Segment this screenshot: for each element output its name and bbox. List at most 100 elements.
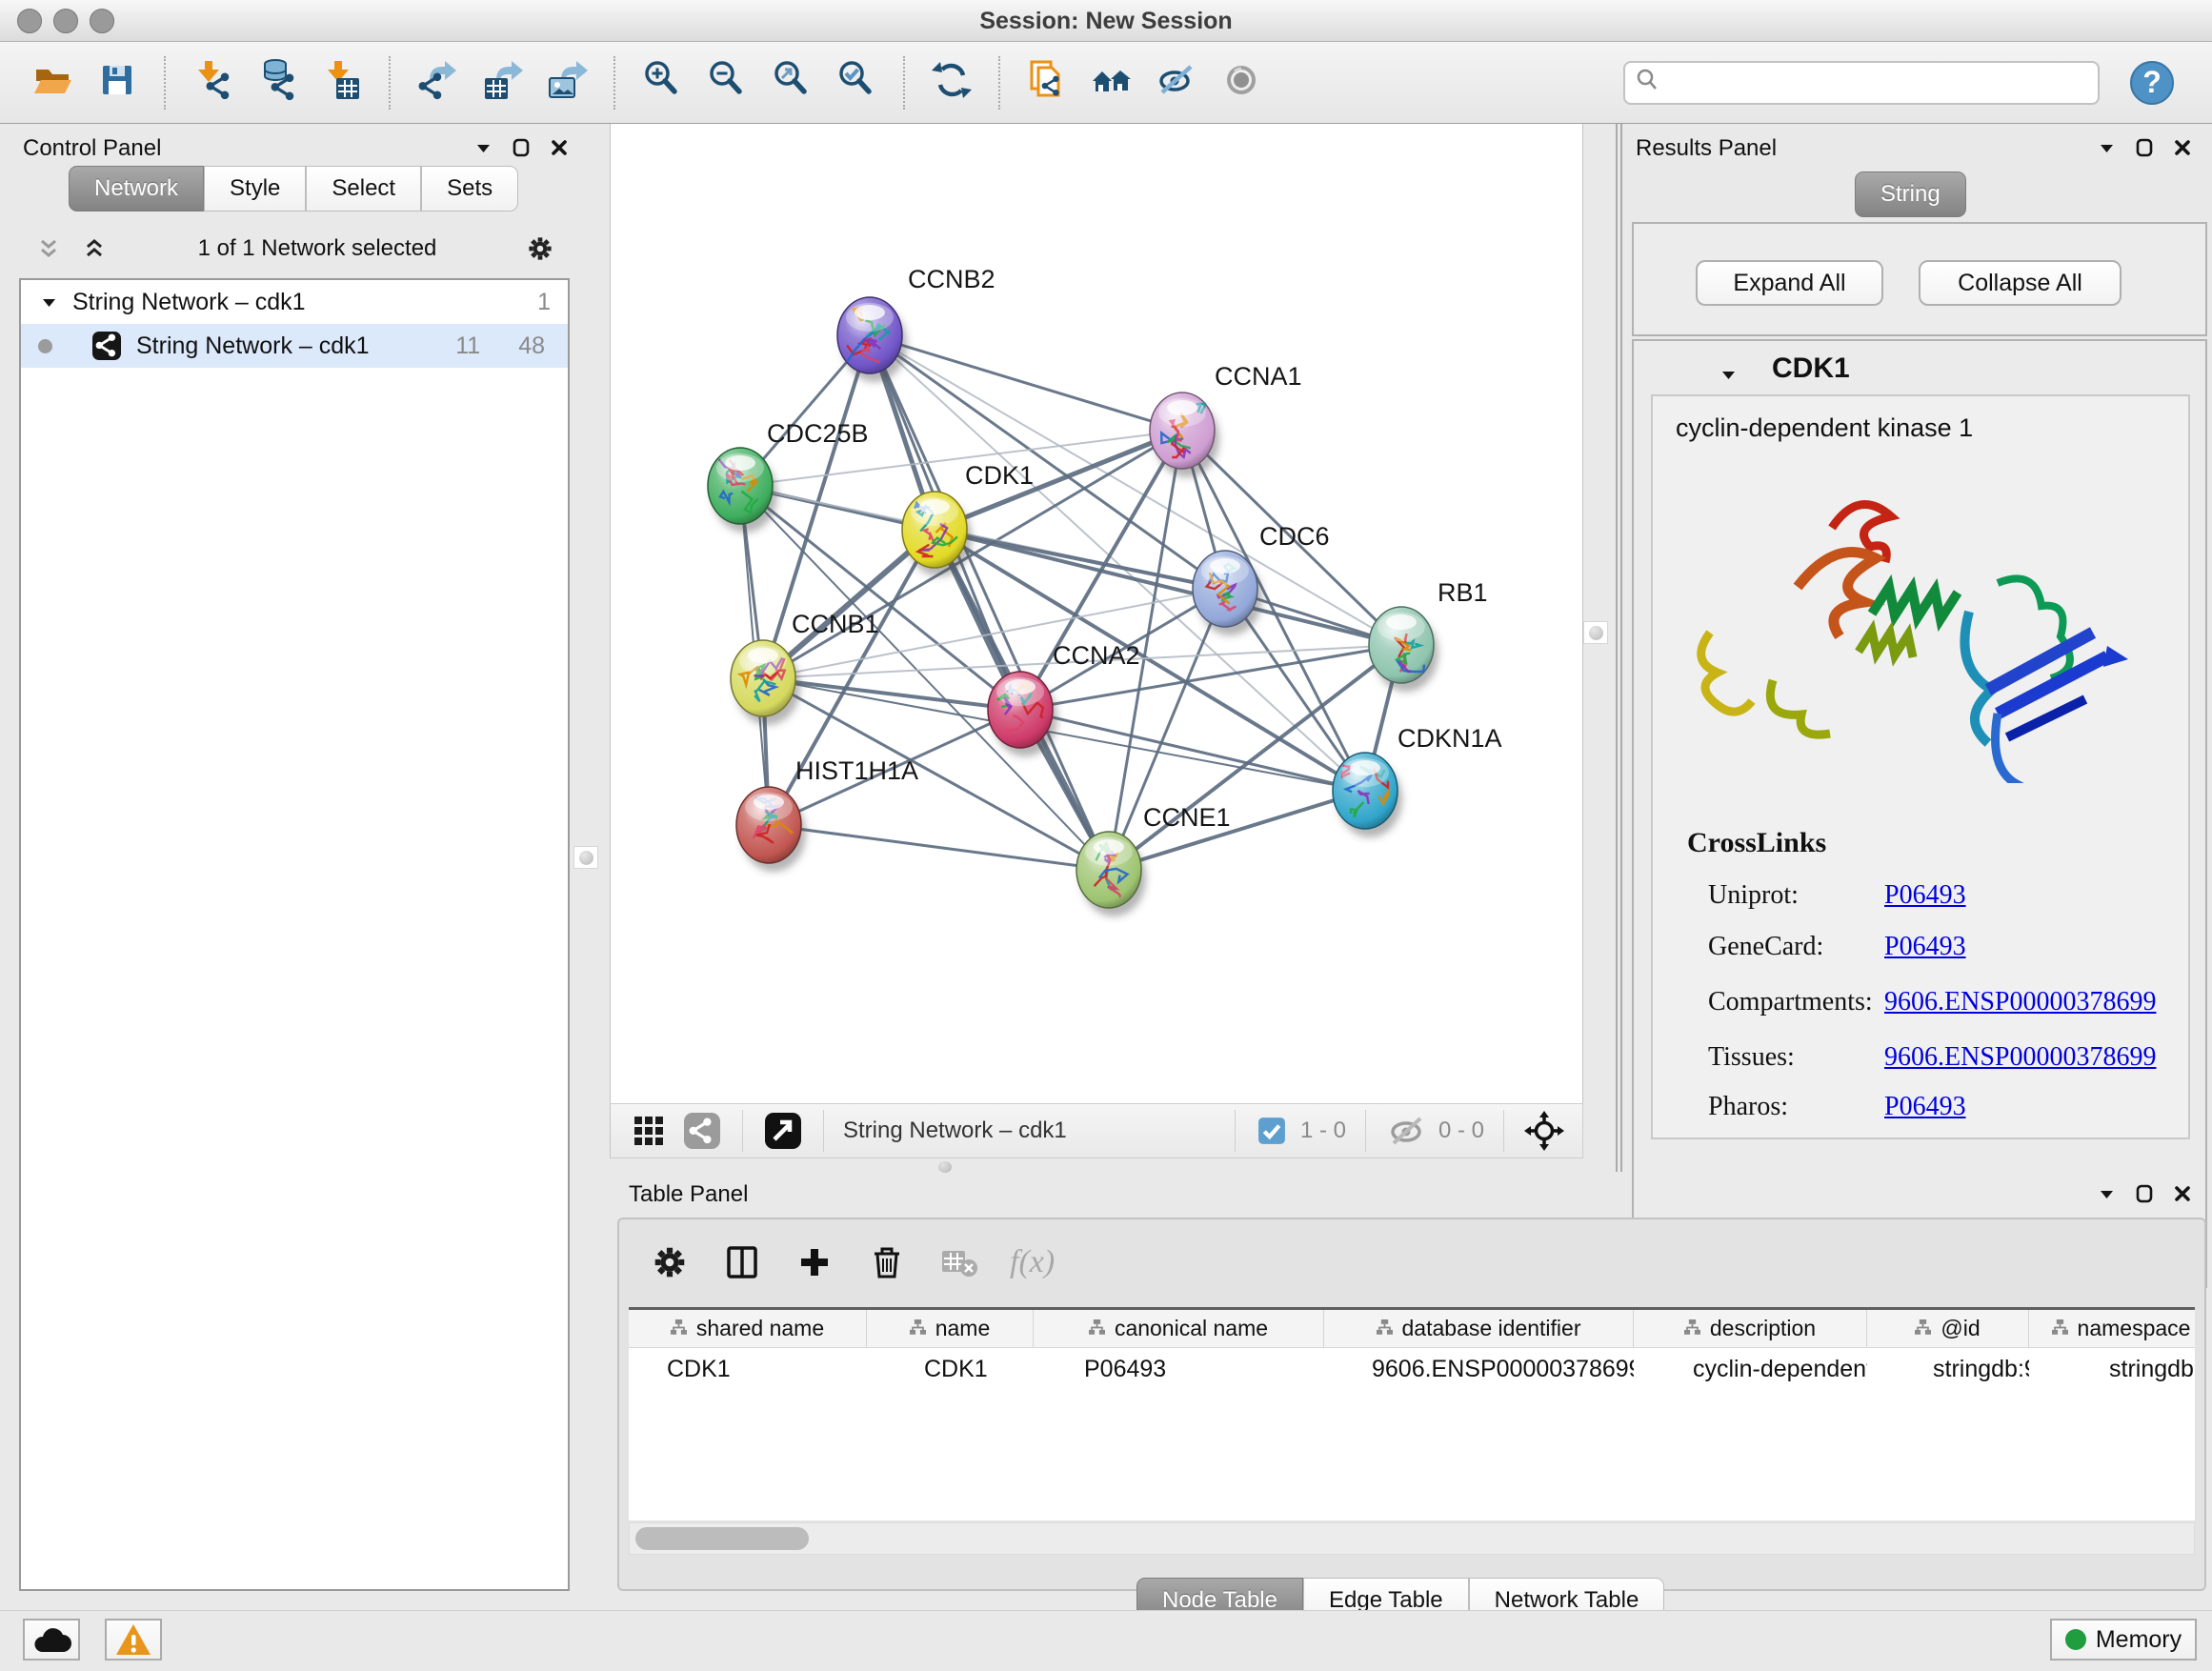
table-cell[interactable]: 9606.ENSP00000378699 (1324, 1356, 1634, 1383)
zoom-out-button[interactable] (699, 55, 754, 111)
tab-network[interactable]: Network (69, 166, 204, 211)
table-panel-close-button[interactable] (2166, 1179, 2199, 1208)
column-header-id[interactable]: @id (1867, 1310, 2029, 1347)
zoom-selected-button[interactable] (829, 55, 884, 111)
gene-collapse-icon[interactable] (1712, 360, 1744, 389)
delete-button[interactable] (865, 1240, 909, 1284)
network-node-CDC6[interactable]: CDC6 (1193, 522, 1330, 635)
import-database-button[interactable] (250, 55, 305, 111)
table-panel-float-button[interactable] (2128, 1179, 2161, 1208)
columns-button[interactable] (720, 1240, 764, 1284)
results-panel-splitter[interactable] (1616, 124, 1622, 1172)
string-share-icon[interactable] (681, 1110, 723, 1152)
crosslink-value[interactable]: P06493 (1884, 932, 1966, 962)
launch-icon[interactable] (762, 1110, 804, 1152)
export-network-button[interactable] (410, 55, 465, 111)
help-button[interactable]: ? (2130, 61, 2174, 105)
table-cell[interactable]: CDK1 (867, 1356, 1034, 1383)
control-panel-float-button[interactable] (505, 133, 537, 162)
function-builder-button[interactable]: f(x) (1010, 1244, 1055, 1280)
network-row-selected[interactable]: String Network – cdk1 11 48 (21, 324, 568, 368)
column-header-shared-name[interactable]: shared name (629, 1310, 867, 1347)
network-node-CDC25B[interactable]: CDC25B (708, 419, 869, 533)
network-edge[interactable] (769, 825, 1109, 870)
results-panel: Results Panel String Expand All Collapse… (1622, 124, 2212, 1174)
network-edge[interactable] (763, 678, 1020, 710)
tab-select[interactable]: Select (306, 166, 421, 211)
crosslink-value[interactable]: P06493 (1884, 1092, 1966, 1122)
selected-checkbox-icon[interactable] (1255, 1110, 1289, 1152)
scrollbar-thumb[interactable] (635, 1527, 809, 1550)
show-hide-panels-button[interactable] (1149, 55, 1204, 111)
collapse-all-networks-icon[interactable] (32, 234, 65, 263)
expand-all-button[interactable]: Expand All (1696, 260, 1883, 306)
network-node-CCNA1[interactable]: CCNA1 (1150, 362, 1302, 477)
open-session-button[interactable] (25, 55, 80, 111)
results-panel-menu-button[interactable] (2090, 133, 2122, 162)
left-splitter-handle[interactable] (573, 846, 598, 869)
table-horizontal-scrollbar[interactable] (629, 1522, 2195, 1555)
column-header-namespace[interactable]: namespace (2029, 1310, 2195, 1347)
control-panel-menu-button[interactable] (467, 133, 499, 162)
refresh-button[interactable] (924, 55, 979, 111)
column-header-description[interactable]: description (1634, 1310, 1867, 1347)
network-collection-row[interactable]: String Network – cdk1 1 (21, 280, 568, 324)
import-table-button[interactable] (314, 55, 370, 111)
table-cell[interactable]: stringdb (2029, 1356, 2195, 1383)
export-table-button[interactable] (474, 55, 530, 111)
network-node-RB1[interactable]: RB1 (1369, 578, 1488, 692)
tab-string[interactable]: String (1855, 171, 1966, 217)
crosslink-value[interactable]: 9606.ENSP00000378699 (1884, 987, 2156, 1017)
add-row-button[interactable] (793, 1240, 836, 1284)
control-panel-close-button[interactable] (543, 133, 575, 162)
cloud-button[interactable] (23, 1619, 80, 1661)
zoom-in-button[interactable] (634, 55, 690, 111)
column-header-database-identifier[interactable]: database identifier (1324, 1310, 1634, 1347)
column-header-canonical-name[interactable]: canonical name (1034, 1310, 1324, 1347)
gear-button[interactable] (648, 1240, 692, 1284)
network-edge[interactable] (1020, 710, 1365, 791)
crosslink-value[interactable]: 9606.ENSP00000378699 (1884, 1042, 2156, 1073)
export-image-button[interactable] (539, 55, 594, 111)
search-input[interactable] (1667, 65, 2088, 101)
grid-view-icon[interactable] (628, 1110, 670, 1152)
hidden-eye-icon[interactable] (1385, 1110, 1427, 1152)
network-view-canvas[interactable]: CCNB2 CCNA1 CDC25B CDK1 CDC6 RB1 CCNB1 (610, 124, 1583, 1103)
table-cell[interactable]: CDK1 (629, 1356, 867, 1383)
tab-sets[interactable]: Sets (421, 166, 518, 211)
network-node-CCNA2[interactable]: CCNA2 (988, 641, 1140, 756)
right-splitter-handle[interactable] (1583, 621, 1608, 644)
column-header-name[interactable]: name (867, 1310, 1034, 1347)
table-cell[interactable]: stringdb:9... (1867, 1356, 2029, 1383)
toolbar-separator (613, 56, 615, 110)
network-node-CCNE1[interactable]: CCNE1 (1076, 803, 1231, 916)
expand-all-networks-icon[interactable] (78, 234, 111, 263)
table-cell[interactable]: P06493 (1034, 1356, 1324, 1383)
results-panel-float-button[interactable] (2128, 133, 2161, 162)
clone-network-button[interactable] (1019, 55, 1075, 111)
table-row[interactable]: CDK1CDK1P064939606.ENSP00000378699cyclin… (629, 1348, 2195, 1390)
crosslink-value[interactable]: P06493 (1884, 880, 1966, 911)
delete-table-button[interactable] (937, 1240, 981, 1284)
network-node-CDKN1A[interactable]: CDKN1A (1333, 724, 1502, 837)
collection-expand-icon[interactable] (38, 288, 59, 316)
crosshair-icon[interactable] (1523, 1110, 1565, 1152)
memory-button[interactable]: Memory (2050, 1619, 2197, 1661)
results-panel-close-button[interactable] (2166, 133, 2199, 162)
import-network-button[interactable] (185, 55, 240, 111)
table-panel-splitter-handle[interactable] (938, 1161, 952, 1173)
table-cell[interactable]: cyclin-dependent ... (1634, 1356, 1867, 1383)
collapse-all-button[interactable]: Collapse All (1919, 260, 2122, 306)
network-edge[interactable] (870, 335, 1401, 645)
network-edge[interactable] (870, 335, 1109, 870)
home-button[interactable] (1084, 55, 1139, 111)
warning-button[interactable] (105, 1619, 162, 1661)
network-edge[interactable] (870, 335, 1182, 431)
zoom-fit-button[interactable] (764, 55, 819, 111)
network-node-CCNB2[interactable]: CCNB2 (837, 265, 995, 382)
birdseye-button[interactable] (1214, 55, 1269, 111)
tab-style[interactable]: Style (204, 166, 306, 211)
table-panel-menu-button[interactable] (2090, 1179, 2122, 1208)
save-session-button[interactable] (90, 55, 145, 111)
network-options-gear-icon[interactable] (524, 234, 556, 263)
